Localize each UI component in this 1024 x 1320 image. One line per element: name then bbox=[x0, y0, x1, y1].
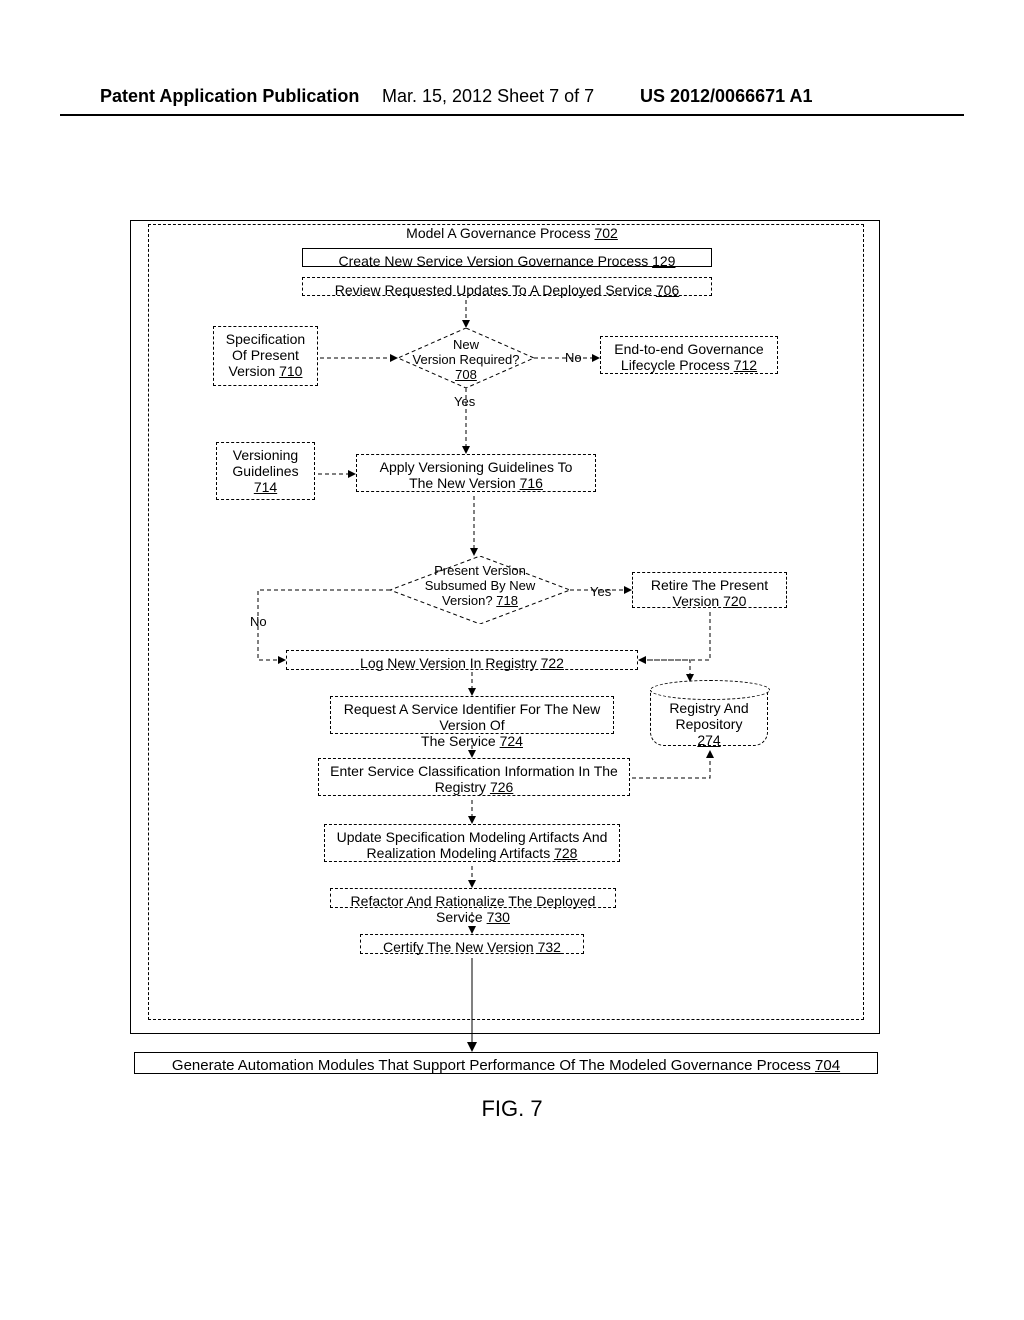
generate-automation-modules-box: Generate Automation Modules That Support… bbox=[134, 1052, 878, 1074]
arrows-layer bbox=[0, 0, 1024, 1320]
figure-label: FIG. 7 bbox=[0, 1096, 1024, 1122]
patent-page: Patent Application Publication Mar. 15, … bbox=[0, 0, 1024, 1320]
